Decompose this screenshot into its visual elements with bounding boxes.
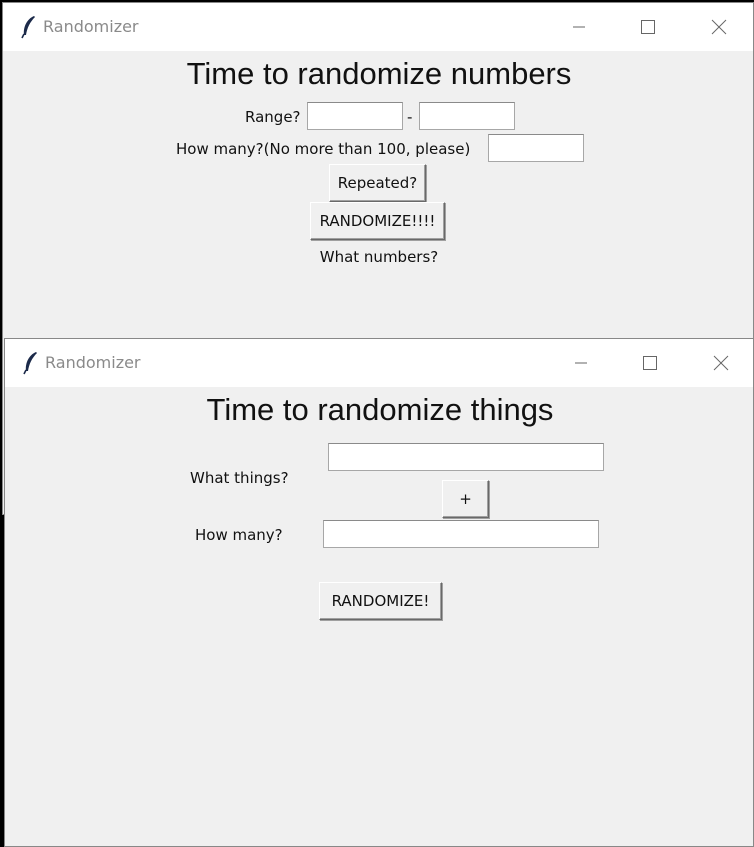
- randomize-button[interactable]: RANDOMIZE!!!!: [310, 202, 445, 240]
- things-input[interactable]: [328, 443, 604, 471]
- maximize-icon[interactable]: [633, 13, 663, 41]
- page-title: Time to randomize things: [206, 392, 554, 427]
- close-icon[interactable]: [706, 349, 736, 377]
- title-bar[interactable]: Randomizer: [5, 339, 753, 387]
- how-many-label: How many?(No more than 100, please): [176, 140, 471, 158]
- feather-icon: [19, 15, 39, 39]
- window-title: Randomizer: [45, 353, 141, 372]
- add-thing-button[interactable]: +: [442, 480, 489, 518]
- window-content: Time to randomize things What things? + …: [5, 387, 753, 846]
- range-label: Range?: [245, 108, 301, 126]
- feather-icon: [21, 351, 41, 375]
- how-many-input[interactable]: [488, 134, 584, 162]
- things-label: What things?: [190, 469, 289, 487]
- page-title: Time to randomize numbers: [186, 56, 572, 91]
- repeated-button[interactable]: Repeated?: [329, 164, 426, 202]
- maximize-icon[interactable]: [635, 349, 665, 377]
- range-min-input[interactable]: [307, 102, 403, 130]
- result-label: What numbers?: [319, 248, 439, 266]
- window-title: Randomizer: [43, 17, 139, 36]
- close-icon[interactable]: [704, 13, 734, 41]
- how-many-label: How many?: [195, 526, 283, 544]
- range-separator: -: [407, 108, 413, 126]
- randomize-button[interactable]: RANDOMIZE!: [319, 582, 442, 620]
- title-bar[interactable]: Randomizer: [3, 3, 753, 51]
- minimize-icon[interactable]: [566, 349, 596, 377]
- range-max-input[interactable]: [419, 102, 515, 130]
- minimize-icon[interactable]: [564, 13, 594, 41]
- randomizer-window-things: Randomizer Time to randomize things What…: [4, 338, 754, 847]
- how-many-input[interactable]: [323, 520, 599, 548]
